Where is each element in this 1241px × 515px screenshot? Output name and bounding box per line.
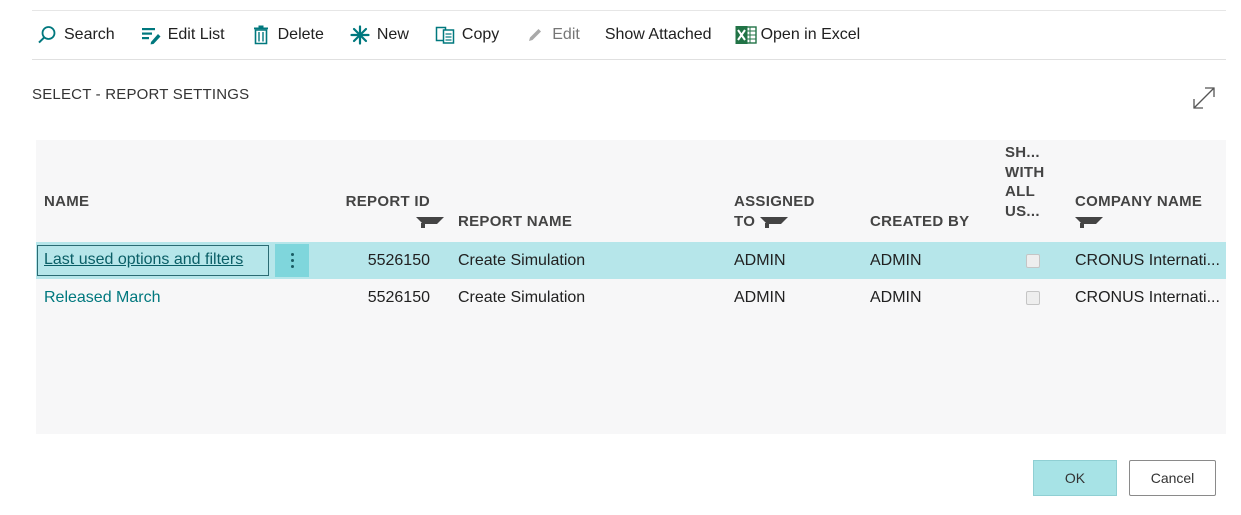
edit-list-button[interactable]: Edit List xyxy=(136,17,229,53)
table-row[interactable]: Last used options and filters 5526150 Cr… xyxy=(36,242,1226,279)
grid-header: NAME REPORT ID REPORT NAME ASSIGNED TO C… xyxy=(36,140,1226,242)
column-header-created-by[interactable]: CREATED BY xyxy=(870,212,969,232)
row-name-link[interactable]: Last used options and filters xyxy=(37,245,269,276)
cancel-button[interactable]: Cancel xyxy=(1129,460,1216,496)
cell-report-id: 5526150 xyxy=(367,289,430,306)
open-in-excel-button[interactable]: Open in Excel xyxy=(733,17,865,53)
cell-company-name: CRONUS Internati... xyxy=(1075,289,1220,306)
report-settings-grid: NAME REPORT ID REPORT NAME ASSIGNED TO C… xyxy=(36,140,1226,434)
edit-list-label: Edit List xyxy=(167,26,225,43)
table-row[interactable]: Released March 5526150 Create Simulation… xyxy=(36,279,1226,316)
new-icon xyxy=(349,24,371,46)
page-title: SELECT - REPORT SETTINGS xyxy=(32,86,250,103)
search-label: Search xyxy=(64,26,115,43)
ok-button[interactable]: OK xyxy=(1033,460,1117,496)
column-header-report-name[interactable]: REPORT NAME xyxy=(458,212,572,232)
show-attached-button[interactable]: Show Attached xyxy=(601,17,716,53)
trash-icon xyxy=(250,24,272,46)
cell-company-name: CRONUS Internati... xyxy=(1075,252,1220,269)
open-in-excel-label: Open in Excel xyxy=(760,26,861,43)
edit-list-icon xyxy=(140,24,162,46)
column-header-shared-line: WITH xyxy=(1005,163,1045,181)
shared-checkbox[interactable] xyxy=(1026,291,1040,305)
cell-assigned-to: ADMIN xyxy=(734,289,786,306)
column-header-company-name[interactable]: COMPANY NAME xyxy=(1075,192,1202,232)
excel-icon xyxy=(735,24,757,46)
column-header-shared[interactable]: SH... WITH ALL US... xyxy=(1005,143,1045,221)
copy-button[interactable]: Copy xyxy=(430,17,503,53)
expand-icon[interactable] xyxy=(1190,84,1218,112)
pencil-icon xyxy=(524,24,546,46)
delete-button[interactable]: Delete xyxy=(246,17,328,53)
filter-icon xyxy=(1075,216,1103,229)
copy-icon xyxy=(434,24,456,46)
column-header-shared-line: US... xyxy=(1005,202,1040,220)
search-button[interactable]: Search xyxy=(32,17,119,53)
cell-report-name: Create Simulation xyxy=(458,252,586,269)
filter-icon xyxy=(416,216,444,229)
row-actions-button[interactable] xyxy=(275,244,309,277)
cell-report-name: Create Simulation xyxy=(458,289,586,306)
column-header-company-name-label: COMPANY NAME xyxy=(1075,193,1203,210)
row-name-link[interactable]: Released March xyxy=(44,279,161,316)
action-bar: Search Edit List Delete New Copy Edit Sh… xyxy=(32,10,1226,60)
column-header-shared-line: ALL xyxy=(1005,183,1036,200)
cell-report-id: 5526150 xyxy=(367,252,430,269)
shared-checkbox[interactable] xyxy=(1026,254,1040,268)
column-header-shared-line: SH... xyxy=(1005,144,1040,161)
delete-label: Delete xyxy=(277,26,324,43)
new-button[interactable]: New xyxy=(345,17,413,53)
edit-button[interactable]: Edit xyxy=(520,17,584,53)
copy-label: Copy xyxy=(461,26,500,43)
edit-label: Edit xyxy=(552,26,580,43)
filter-icon xyxy=(759,216,788,229)
column-header-assigned-to[interactable]: ASSIGNED TO xyxy=(734,192,815,232)
column-header-report-id-label: REPORT ID xyxy=(345,193,430,210)
column-header-name[interactable]: NAME xyxy=(44,192,89,212)
new-label: New xyxy=(376,26,409,43)
column-header-assigned-to-label-1: ASSIGNED xyxy=(734,193,815,210)
search-icon xyxy=(36,24,58,46)
cell-assigned-to: ADMIN xyxy=(734,252,786,269)
cell-created-by: ADMIN xyxy=(870,289,922,306)
column-header-report-id[interactable]: REPORT ID xyxy=(342,192,444,232)
cell-created-by: ADMIN xyxy=(870,252,922,269)
show-attached-label: Show Attached xyxy=(604,26,712,43)
more-vertical-icon xyxy=(290,253,294,268)
column-header-assigned-to-label-2: TO xyxy=(734,213,756,230)
